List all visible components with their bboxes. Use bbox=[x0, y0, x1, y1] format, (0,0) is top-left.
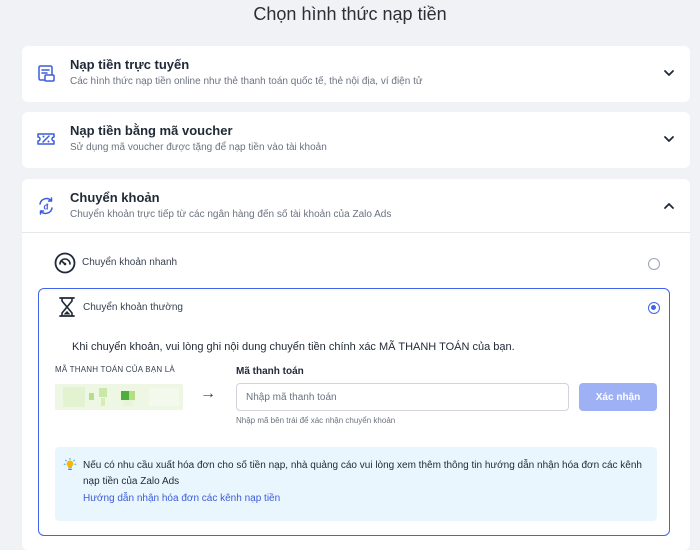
voucher-topup-description: Sử dụng mã voucher được tặng để nạp tiền… bbox=[70, 142, 327, 153]
option-fast-transfer[interactable]: Chuyển khoản nhanh bbox=[52, 248, 662, 280]
normal-transfer-label: Chuyển khoản thường bbox=[83, 302, 183, 313]
payment-code-image bbox=[55, 384, 183, 410]
normal-transfer-radio[interactable] bbox=[648, 302, 660, 314]
card-voucher-topup: Nạp tiền bằng mã voucher Sử dụng mã vouc… bbox=[22, 112, 690, 168]
arrow-right-icon: → bbox=[200, 385, 216, 402]
bank-transfer-icon: đ bbox=[39, 197, 53, 215]
online-payment-icon bbox=[38, 65, 55, 82]
card-online-topup: Nạp tiền trực tuyến Các hình thức nạp ti… bbox=[22, 46, 690, 102]
lightbulb-icon bbox=[63, 458, 77, 470]
transfer-instruction: Khi chuyển khoản, vui lòng ghi nội dung … bbox=[72, 341, 515, 353]
payment-code-input[interactable] bbox=[236, 383, 569, 411]
voucher-topup-title: Nạp tiền bằng mã voucher bbox=[70, 123, 233, 138]
bank-transfer-header[interactable]: đ Chuyển khoản Chuyển khoản trực tiếp từ… bbox=[22, 179, 690, 233]
normal-transfer-header[interactable]: Chuyển khoản thường bbox=[39, 289, 669, 329]
voucher-icon bbox=[37, 133, 55, 145]
payment-code-label: MÃ THANH TOÁN CỦA BẠN LÀ bbox=[55, 365, 175, 374]
invoice-info-text: Nếu có nhu cầu xuất hóa đơn cho số tiền … bbox=[83, 460, 642, 487]
hourglass-icon bbox=[59, 297, 75, 317]
option-normal-transfer: Chuyển khoản thường Khi chuyển khoản, vu… bbox=[38, 288, 670, 536]
card-bank-transfer: đ Chuyển khoản Chuyển khoản trực tiếp từ… bbox=[22, 179, 690, 550]
chevron-up-icon[interactable] bbox=[662, 199, 676, 213]
page-title: Chọn hình thức nạp tiền bbox=[253, 4, 447, 24]
online-topup-title: Nạp tiền trực tuyến bbox=[70, 57, 190, 72]
online-topup-header[interactable]: Nạp tiền trực tuyến Các hình thức nạp ti… bbox=[22, 46, 690, 102]
payment-code-field-label: Mã thanh toán bbox=[236, 366, 304, 377]
chevron-down-icon[interactable] bbox=[662, 66, 676, 80]
chevron-down-icon[interactable] bbox=[662, 132, 676, 146]
speedometer-icon bbox=[54, 252, 76, 274]
voucher-topup-header[interactable]: Nạp tiền bằng mã voucher Sử dụng mã vouc… bbox=[22, 112, 690, 168]
invoice-info-box: Nếu có nhu cầu xuất hóa đơn cho số tiền … bbox=[55, 447, 657, 521]
bank-transfer-title: Chuyển khoản bbox=[70, 190, 160, 205]
confirm-button[interactable]: Xác nhận bbox=[579, 383, 657, 411]
online-topup-description: Các hình thức nạp tiền online như thẻ th… bbox=[70, 76, 423, 87]
svg-text:đ: đ bbox=[44, 203, 49, 212]
payment-code-hint: Nhập mã bên trái để xác nhận chuyển khoả… bbox=[236, 416, 396, 425]
bank-transfer-description: Chuyển khoản trực tiếp từ các ngân hàng … bbox=[70, 209, 392, 220]
fast-transfer-label: Chuyển khoản nhanh bbox=[82, 257, 178, 268]
invoice-guide-link[interactable]: Hướng dẫn nhận hóa đơn các kênh nạp tiền bbox=[83, 493, 280, 504]
fast-transfer-radio[interactable] bbox=[648, 258, 660, 270]
